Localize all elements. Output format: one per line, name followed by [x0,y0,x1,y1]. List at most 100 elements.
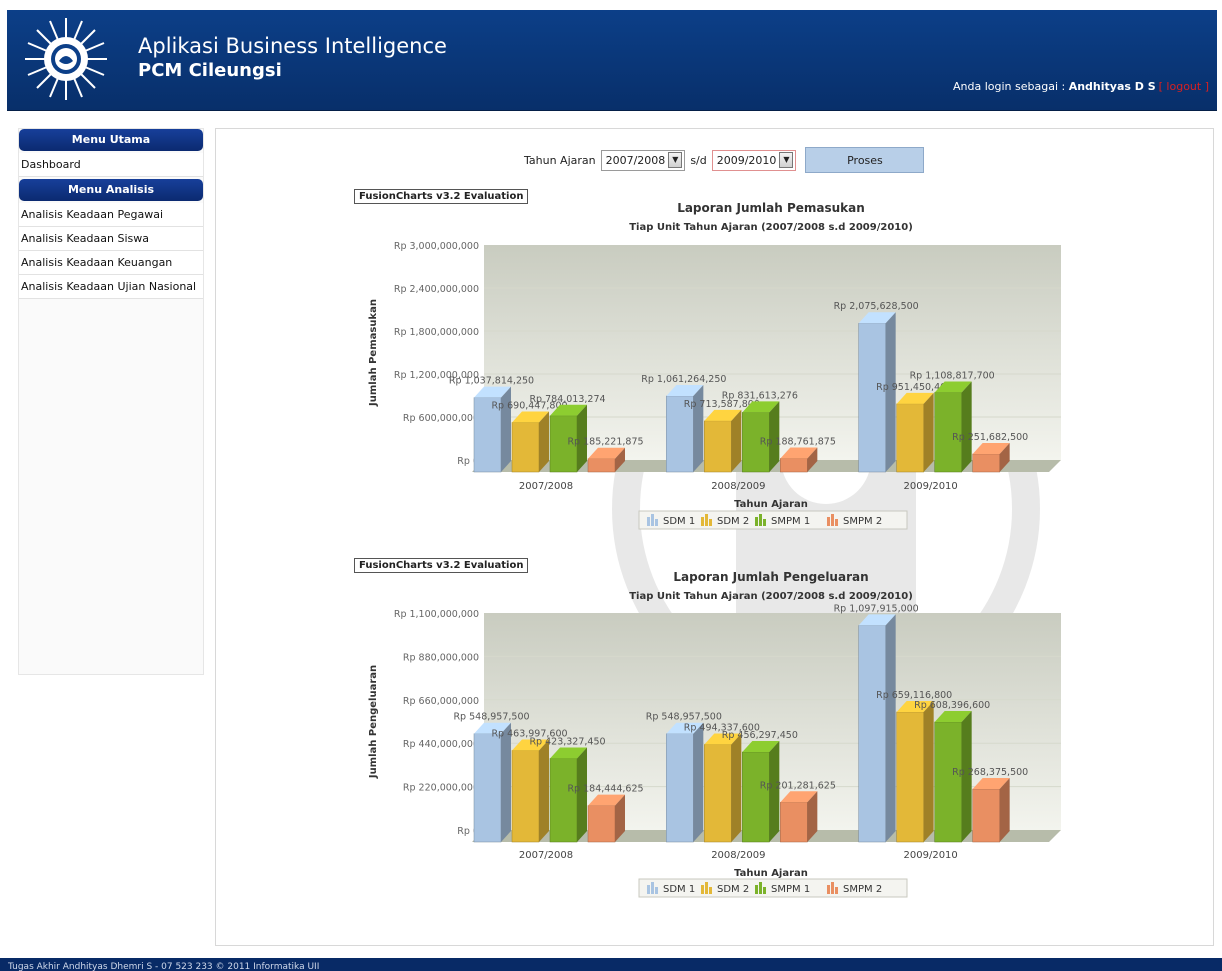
y-tick-label: Rp 1,100,000,000 [394,609,479,620]
x-tick-label: 2008/2009 [711,850,765,861]
bar-sdm-2 [896,700,934,843]
bar-smpm-1 [549,747,587,843]
login-prefix: Anda login sebagai : [952,80,1069,93]
chart-title: Laporan Jumlah Pemasukan [677,201,865,215]
data-label: Rp 1,097,915,000 [834,603,919,614]
legend-bar-icon [835,519,838,526]
legend-label: SDM 1 [663,516,695,527]
legend-bar-icon [831,882,834,894]
bar-smpm-2 [780,791,818,843]
x-axis-label: Tahun Ajaran [734,499,808,510]
y-tick-label: Rp 440,000,000 [403,739,479,750]
data-label: Rp 185,221,875 [567,437,643,448]
data-label: Rp 251,682,500 [952,432,1028,443]
legend-label: SMPM 1 [771,884,810,895]
y-axis-label: Jumlah Pengeluaran [368,665,379,779]
bar-sdm-1 [858,614,896,843]
chart-legend: SDM 1 SDM 2 SMPM 1 SMPM 2 [638,878,908,898]
data-label: Rp 201,281,625 [760,780,836,791]
y-tick-label: Rp 2,400,000,000 [394,284,479,295]
x-tick-label: 2007/2008 [519,850,573,861]
data-label: Rp 1,061,264,250 [641,374,726,385]
data-label: Rp 548,957,500 [646,712,722,723]
data-label: Rp 184,444,625 [567,784,643,795]
chart-2: Laporan Jumlah Pengeluaran Tiap Unit Tahu… [368,570,1061,898]
data-label: Rp 456,297,450 [722,730,798,741]
y-tick-label: Rp 880,000,000 [403,652,479,663]
legend-bar-icon [763,887,766,894]
sidebar-item-siswa[interactable]: Analisis Keadaan Siswa [19,227,203,251]
legend-bar-icon [647,517,650,526]
legend-bar-icon [827,517,830,526]
legend-bar-icon [763,519,766,526]
legend-label: SMPM 2 [843,516,882,527]
x-tick-label: 2007/2008 [519,481,573,492]
legend-label: SDM 2 [717,884,749,895]
data-label: Rp 784,013,274 [529,394,605,405]
legend-bar-icon [701,885,704,894]
data-label: Rp 188,761,875 [760,436,836,447]
charts-canvas: Laporan Jumlah Pemasukan Tiap Unit Tahun … [368,201,1061,898]
menu-analisis-header: Menu Analisis [19,179,203,201]
legend-bar-icon [835,887,838,894]
bar-smpm-1 [934,381,972,473]
legend-label: SMPM 1 [771,516,810,527]
data-label: Rp 608,396,600 [914,700,990,711]
sidebar-item-keuangan[interactable]: Analisis Keadaan Keuangan [19,251,203,275]
legend-label: SDM 1 [663,884,695,895]
legend-bar-icon [701,517,704,526]
x-tick-label: 2008/2009 [711,481,765,492]
app-subtitle: PCM Cileungsi [138,60,282,81]
legend-bar-icon [755,885,758,894]
legend-bar-icon [647,885,650,894]
y-tick-label: Rp 3,000,000,000 [394,241,479,252]
bar-sdm-2 [704,409,742,473]
menu-utama-header: Menu Utama [19,129,203,151]
legend-bar-icon [705,514,708,526]
bar-sdm-2 [511,739,549,843]
y-tick-label: Rp 1,800,000,000 [394,327,479,338]
legend-bar-icon [651,882,654,894]
bar-smpm-2 [972,778,1010,843]
bar-smpm-2 [587,794,625,843]
data-label: Rp 1,108,817,700 [910,371,995,382]
y-tick-label: Rp 220,000,000 [403,783,479,794]
data-label: Rp 1,037,814,250 [449,376,534,387]
legend-bar-icon [655,519,658,526]
chart-title: Laporan Jumlah Pengeluaran [673,570,868,584]
legend-bar-icon [651,514,654,526]
chart-1: Laporan Jumlah Pemasukan Tiap Unit Tahun … [368,201,1061,530]
sidebar-item-pegawai[interactable]: Analisis Keadaan Pegawai [19,203,203,227]
legend-bar-icon [705,882,708,894]
data-label: Rp 268,375,500 [952,767,1028,778]
legend-label: SDM 2 [717,516,749,527]
x-tick-label: 2009/2010 [904,481,958,492]
sidebar-item-dashboard[interactable]: Dashboard [19,153,203,177]
legend-bar-icon [827,885,830,894]
x-tick-label: 2009/2010 [904,850,958,861]
y-tick-label: Rp 660,000,000 [403,696,479,707]
y-axis-label: Jumlah Pemasukan [368,299,379,407]
footer: Tugas Akhir Andhityas Dhemri S - 07 523 … [0,958,1222,971]
x-axis-label: Tahun Ajaran [734,868,808,879]
login-user: Andhityas D S [1068,80,1156,93]
logout-link[interactable]: [ logout ] [1159,80,1209,93]
legend-bar-icon [655,887,658,894]
legend-bar-icon [755,517,758,526]
bar-smpm-1 [742,740,780,843]
sidebar: Menu Utama Dashboard Menu Analisis Anali… [18,128,204,675]
bar-sdm-2 [704,733,742,843]
login-info: Anda login sebagai : Andhityas D S[ logo… [953,80,1209,93]
content-panel: Tahun Ajaran 2007/2008 ▼ s/d 2009/2010 ▼ P… [215,128,1214,946]
data-label: Rp 548,957,500 [453,712,529,723]
app-header: Aplikasi Business Intelligence PCM Cileu… [7,10,1217,111]
legend-label: SMPM 2 [843,884,882,895]
y-tick-label: Rp 600,000,000 [403,413,479,424]
bar-sdm-1 [666,722,704,843]
data-label: Rp 2,075,628,500 [834,301,919,312]
legend-bar-icon [709,519,712,526]
sidebar-item-ujian-nasional[interactable]: Analisis Keadaan Ujian Nasional [19,275,203,299]
bar-sdm-2 [896,392,934,473]
legend-bar-icon [759,514,762,526]
legend-bar-icon [831,514,834,526]
